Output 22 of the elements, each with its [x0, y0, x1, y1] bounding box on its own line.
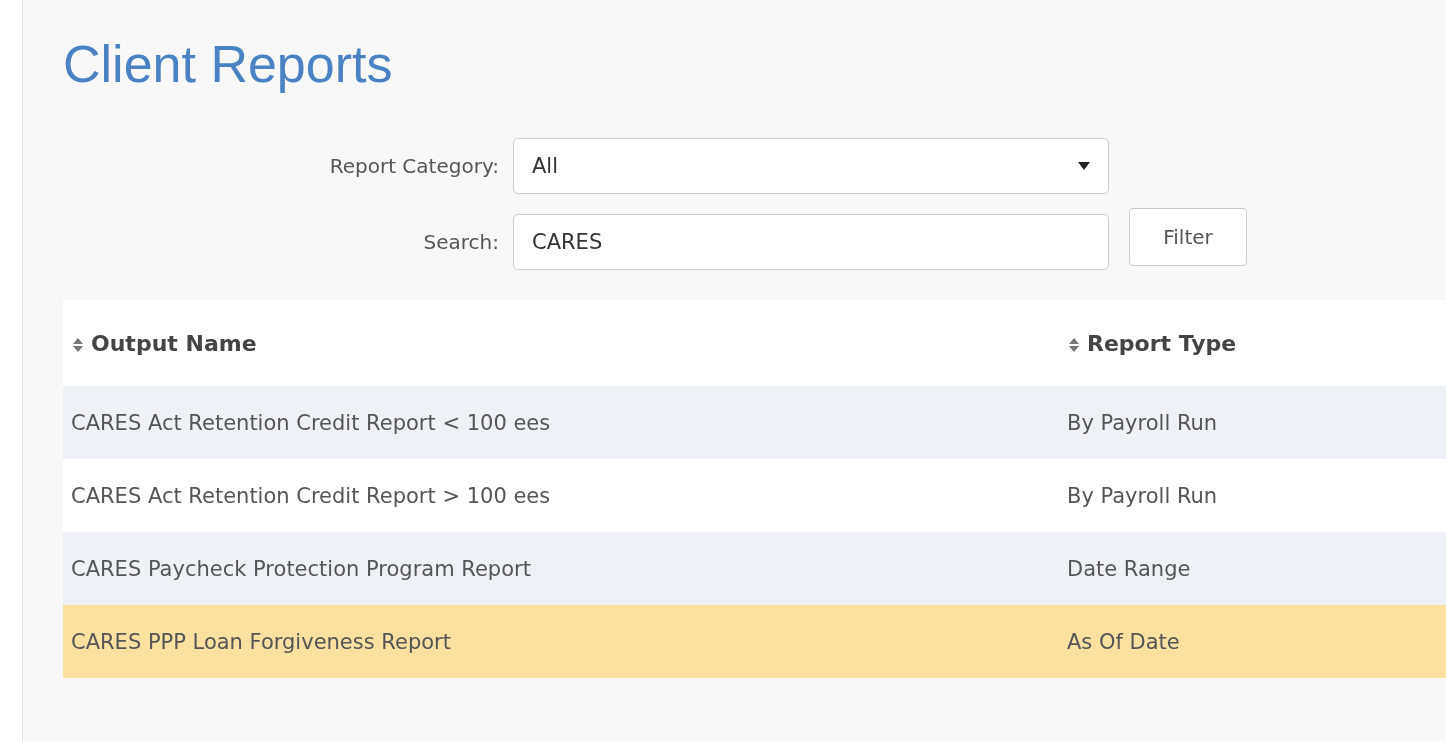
table-cell: CARES Paycheck Protection Program Report [63, 532, 1059, 605]
table-row[interactable]: CARES Paycheck Protection Program Report Date Range [63, 532, 1446, 605]
caret-icon [1078, 161, 1090, 171]
sort-icon [73, 337, 83, 352]
field-label: Search: [422, 230, 500, 254]
table-row[interactable]: CARES PPP Loan Forgiveness Report As Of Date [63, 605, 1446, 678]
column-header[interactable]: Output Name [63, 300, 1059, 386]
table-cell: By Payroll Run [1059, 459, 1446, 532]
page-title: Client Reports [63, 34, 394, 94]
field-label: Report Category: [328, 154, 500, 178]
table-cell: CARES Act Retention Credit Report < 100 ees [63, 386, 1059, 459]
sort-icon [1069, 337, 1079, 352]
table-cell: CARES PPP Loan Forgiveness Report [63, 605, 1059, 678]
table-row[interactable]: CARES Act Retention Credit Report > 100 ees By Payroll Run [63, 459, 1446, 532]
table-cell: By Payroll Run [1059, 386, 1446, 459]
column-header[interactable]: Report Type [1059, 300, 1446, 386]
table-cell: CARES Act Retention Credit Report > 100 ees [63, 459, 1059, 532]
table-cell: As Of Date [1059, 605, 1446, 678]
search-field[interactable]: CARES [513, 214, 1109, 270]
table-cell: Date Range [1059, 532, 1446, 605]
filter-button[interactable]: Filter [1129, 208, 1247, 266]
category-dropdown[interactable]: All [513, 138, 1109, 194]
